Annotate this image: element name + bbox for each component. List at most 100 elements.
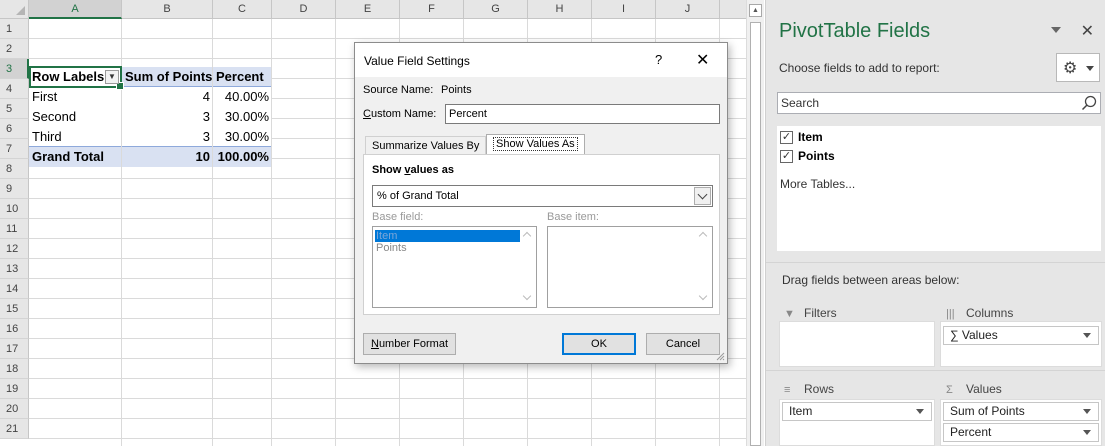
base-field-scrollbar[interactable] [520, 227, 536, 307]
row-header[interactable]: 6 [0, 119, 29, 139]
chevron-down-icon[interactable] [1083, 430, 1091, 435]
row-header[interactable]: 11 [0, 219, 29, 239]
filters-drop-area[interactable] [779, 321, 935, 367]
row-header[interactable]: 17 [0, 339, 29, 359]
pane-options-chevron-icon[interactable] [1051, 27, 1061, 33]
pivot-row-label[interactable]: Third [29, 127, 122, 147]
chevron-down-icon[interactable] [916, 409, 924, 414]
column-header-d[interactable]: D [272, 0, 336, 19]
rows-drop-area[interactable]: Item [779, 399, 935, 446]
pivot-value-cell[interactable]: 40.00% [213, 87, 272, 107]
field-search-box[interactable] [777, 92, 1101, 114]
scroll-up-arrow-icon[interactable] [698, 231, 708, 241]
row-header[interactable]: 18 [0, 359, 29, 379]
pivot-sum-of-points-header[interactable]: Sum of Points [122, 67, 213, 87]
row-header[interactable]: 10 [0, 199, 29, 219]
column-header-f[interactable]: F [400, 0, 464, 19]
column-header-h[interactable]: H [528, 0, 592, 19]
base-item-scrollbar[interactable] [696, 227, 712, 307]
chevron-down-icon[interactable] [1083, 409, 1091, 414]
close-icon[interactable]: ✕ [696, 50, 709, 70]
pivot-value-cell[interactable]: 30.00% [213, 107, 272, 127]
show-values-as-select[interactable]: % of Grand Total [372, 185, 713, 207]
pivot-grand-total-value[interactable]: 100.00% [213, 147, 272, 167]
row-header[interactable]: 5 [0, 99, 29, 119]
scroll-down-arrow-icon[interactable] [522, 291, 532, 301]
pivot-value-cell[interactable]: 3 [122, 107, 213, 127]
row-header[interactable]: 9 [0, 179, 29, 199]
scrollbar-thumb[interactable] [750, 22, 761, 446]
field-checkbox[interactable]: ✓ [780, 150, 793, 163]
cancel-button[interactable]: Cancel [646, 333, 720, 355]
values-percent-chip[interactable]: Percent [943, 423, 1099, 442]
dialog-titlebar[interactable]: Value Field Settings ? ✕ [355, 43, 727, 77]
row-header[interactable]: 14 [0, 279, 29, 299]
source-name-value: Points [441, 84, 472, 96]
more-tables-link[interactable]: More Tables... [780, 177, 855, 191]
pane-close-icon[interactable]: ✕ [1081, 21, 1094, 41]
tab-summarize-values-by[interactable]: Summarize Values By [365, 136, 487, 156]
row-header[interactable]: 4 [0, 79, 29, 99]
pivot-grand-total-label[interactable]: Grand Total [29, 147, 122, 167]
base-item-listbox[interactable] [547, 226, 713, 308]
row-header[interactable]: 1 [0, 19, 29, 39]
pivot-value-cell[interactable]: 3 [122, 127, 213, 147]
column-header-b[interactable]: B [122, 0, 213, 19]
pivot-row-label[interactable]: First [29, 87, 122, 107]
resize-grip-icon[interactable] [715, 351, 725, 361]
row-header-selected[interactable]: 3 [0, 59, 29, 79]
pivot-percent-header[interactable]: Percent [213, 67, 272, 87]
tools-gear-button[interactable]: ⚙ [1056, 53, 1100, 82]
gridline [29, 438, 746, 439]
row-header[interactable]: 21 [0, 419, 29, 439]
row-header[interactable]: 2 [0, 39, 29, 59]
column-header-c[interactable]: C [213, 0, 272, 19]
row-header[interactable]: 7 [0, 139, 29, 159]
value-field-settings-dialog: Value Field Settings ? ✕ Source Name: Po… [354, 42, 728, 364]
row-header[interactable]: 12 [0, 239, 29, 259]
custom-name-input[interactable]: Percent [445, 104, 720, 124]
values-drop-area[interactable]: Sum of Points Percent [940, 399, 1102, 446]
chevron-down-icon[interactable] [1083, 333, 1091, 338]
scroll-up-arrow-icon[interactable] [522, 231, 532, 241]
chevron-down-icon[interactable] [694, 187, 711, 205]
row-header[interactable]: 19 [0, 379, 29, 399]
pane-title: PivotTable Fields [779, 20, 931, 42]
pivot-grand-total-value[interactable]: 10 [122, 147, 213, 167]
gridline [29, 38, 746, 39]
base-field-listbox[interactable]: Item Points [372, 226, 537, 308]
rows-item-chip[interactable]: Item [782, 402, 932, 421]
custom-name-accesskey: C [363, 108, 371, 120]
column-header-i[interactable]: I [592, 0, 656, 19]
pivot-value-cell[interactable]: 4 [122, 87, 213, 107]
pivot-value-cell[interactable]: 30.00% [213, 127, 272, 147]
column-header-e[interactable]: E [336, 0, 400, 19]
columns-drop-area[interactable]: ∑ Values [940, 321, 1102, 367]
base-field-option[interactable]: Points [375, 242, 407, 254]
row-header[interactable]: 16 [0, 319, 29, 339]
column-header-a[interactable]: A [29, 0, 122, 19]
values-sum-of-points-chip[interactable]: Sum of Points [943, 402, 1099, 421]
pivot-row-label[interactable]: Second [29, 107, 122, 127]
vertical-scrollbar[interactable]: ▲ [746, 0, 764, 446]
columns-values-chip[interactable]: ∑ Values [943, 326, 1099, 345]
row-header[interactable]: 8 [0, 159, 29, 179]
ok-button[interactable]: OK [562, 333, 636, 355]
column-header-k[interactable] [720, 0, 746, 19]
row-header[interactable]: 20 [0, 399, 29, 419]
column-header-g[interactable]: G [464, 0, 528, 19]
help-icon[interactable]: ? [655, 52, 662, 67]
row-header[interactable]: 13 [0, 259, 29, 279]
column-header-j[interactable]: J [656, 0, 720, 19]
select-all-corner[interactable] [0, 0, 29, 19]
field-search-input[interactable] [778, 93, 1078, 113]
field-checkbox[interactable]: ✓ [780, 131, 793, 144]
base-field-option[interactable]: Item [375, 230, 520, 242]
row-header[interactable]: 15 [0, 299, 29, 319]
scroll-down-arrow-icon[interactable] [698, 291, 708, 301]
tab-show-values-as[interactable]: Show Values As [486, 134, 585, 156]
number-format-button[interactable]: Number Format [363, 333, 456, 355]
row-labels-filter-button[interactable]: ▼ [105, 70, 119, 84]
search-icon[interactable] [1080, 94, 1098, 112]
scroll-up-arrow-icon[interactable]: ▲ [749, 4, 762, 17]
